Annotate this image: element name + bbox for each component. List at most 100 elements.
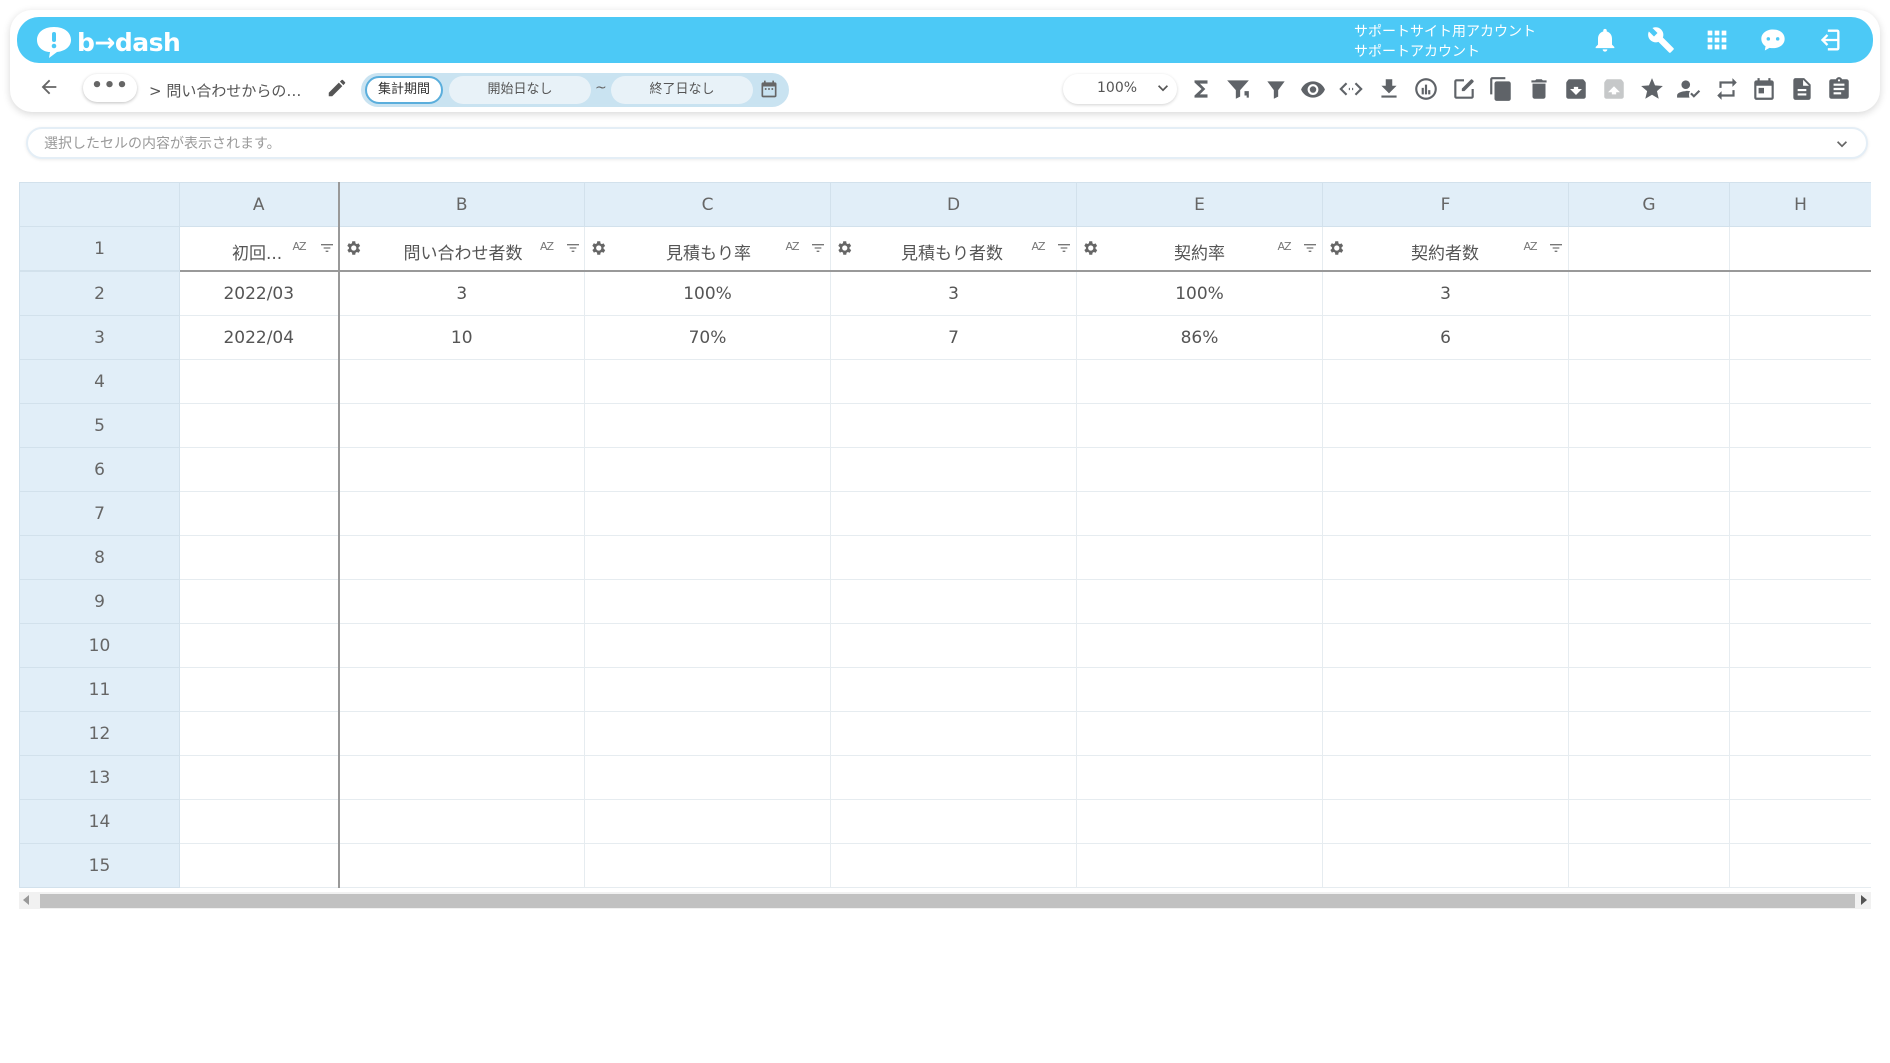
table-cell[interactable] (179, 755, 340, 800)
calendar-icon[interactable] (1751, 76, 1777, 102)
table-cell[interactable] (1568, 799, 1730, 844)
table-cell[interactable] (1729, 359, 1871, 404)
table-cell[interactable] (338, 711, 585, 756)
table-cell[interactable]: 10 (338, 315, 585, 360)
gear-icon[interactable] (344, 239, 362, 257)
sort-az-icon[interactable]: AZ (1521, 240, 1539, 256)
apps-grid-icon[interactable] (1703, 26, 1731, 54)
calendar-icon[interactable] (759, 79, 781, 101)
table-cell[interactable] (1729, 315, 1871, 360)
table-cell[interactable] (1729, 579, 1871, 624)
column-header-d[interactable]: D (830, 182, 1077, 227)
table-cell[interactable] (338, 579, 585, 624)
row-header[interactable]: 9 (19, 579, 180, 624)
field-header-cell[interactable]: 問い合わせ者数 AZ (338, 226, 585, 272)
table-cell[interactable] (338, 535, 585, 580)
logout-icon[interactable] (1815, 26, 1843, 54)
clipboard-icon[interactable] (1826, 76, 1852, 102)
table-cell[interactable] (338, 755, 585, 800)
more-button[interactable]: ••• (83, 74, 137, 102)
table-cell[interactable] (1322, 711, 1569, 756)
table-cell[interactable] (1076, 623, 1323, 668)
filter-lines-icon[interactable] (1302, 240, 1318, 256)
table-cell[interactable] (1729, 226, 1871, 272)
filter-lines-icon[interactable] (1056, 240, 1072, 256)
table-cell[interactable] (1322, 403, 1569, 448)
end-date-field[interactable]: 終了日なし (611, 76, 753, 104)
row-header[interactable]: 8 (19, 535, 180, 580)
table-cell[interactable] (830, 711, 1077, 756)
table-cell[interactable] (179, 359, 340, 404)
table-cell[interactable]: 70% (584, 315, 831, 360)
scroll-left-arrow-icon[interactable] (23, 895, 29, 905)
filter-lines-icon[interactable] (319, 240, 335, 256)
horizontal-scrollbar[interactable] (19, 892, 1871, 909)
scroll-right-arrow-icon[interactable] (1861, 895, 1867, 905)
table-cell[interactable]: 3 (830, 270, 1077, 316)
formula-bar[interactable] (26, 127, 1868, 159)
filter-icon[interactable] (1263, 76, 1289, 102)
unarchive-icon[interactable] (1601, 76, 1627, 102)
table-cell[interactable] (1729, 799, 1871, 844)
field-header-cell[interactable]: 契約率 AZ (1076, 226, 1323, 272)
table-cell[interactable] (584, 579, 831, 624)
table-cell[interactable] (338, 799, 585, 844)
table-cell[interactable]: 100% (584, 270, 831, 316)
filter-settings-icon[interactable] (1225, 76, 1251, 102)
table-cell[interactable]: 3 (1322, 270, 1569, 316)
sort-az-icon[interactable]: AZ (783, 240, 801, 256)
gear-icon[interactable] (835, 239, 853, 257)
row-header[interactable]: 1 (19, 226, 180, 272)
table-cell[interactable] (1322, 843, 1569, 888)
table-cell[interactable] (1568, 535, 1730, 580)
table-cell[interactable] (830, 359, 1077, 404)
chevron-down-icon[interactable] (1832, 134, 1852, 154)
table-cell[interactable] (1076, 403, 1323, 448)
table-cell[interactable] (1322, 579, 1569, 624)
start-date-field[interactable]: 開始日なし (449, 76, 591, 104)
chart-icon[interactable] (1413, 76, 1439, 102)
row-header[interactable]: 15 (19, 843, 180, 888)
table-cell[interactable] (830, 447, 1077, 492)
table-cell[interactable] (1568, 270, 1730, 316)
download-icon[interactable] (1376, 76, 1402, 102)
table-cell[interactable] (584, 359, 831, 404)
table-cell[interactable] (1076, 799, 1323, 844)
table-cell[interactable] (1729, 843, 1871, 888)
row-header[interactable]: 11 (19, 667, 180, 712)
table-cell[interactable] (1568, 447, 1730, 492)
copy-icon[interactable] (1488, 76, 1514, 102)
filter-lines-icon[interactable] (810, 240, 826, 256)
table-cell[interactable] (338, 403, 585, 448)
chat-bot-icon[interactable] (1759, 26, 1787, 54)
sort-az-icon[interactable]: AZ (1029, 240, 1047, 256)
table-cell[interactable]: 3 (338, 270, 585, 316)
table-cell[interactable] (1076, 711, 1323, 756)
table-cell[interactable] (1568, 403, 1730, 448)
table-cell[interactable] (830, 667, 1077, 712)
table-cell[interactable] (1568, 226, 1730, 272)
table-cell[interactable] (1729, 535, 1871, 580)
table-cell[interactable] (1568, 491, 1730, 536)
table-cell[interactable] (584, 843, 831, 888)
table-cell[interactable] (584, 667, 831, 712)
table-cell[interactable] (179, 447, 340, 492)
table-cell[interactable] (179, 623, 340, 668)
table-cell[interactable] (584, 755, 831, 800)
cell-content-input[interactable] (42, 133, 1806, 155)
table-cell[interactable] (1729, 491, 1871, 536)
table-cell[interactable] (1076, 843, 1323, 888)
sort-az-icon[interactable]: AZ (290, 240, 308, 256)
delete-icon[interactable] (1526, 76, 1552, 102)
table-cell[interactable]: 86% (1076, 315, 1323, 360)
repeat-icon[interactable] (1714, 76, 1740, 102)
table-cell[interactable] (1076, 667, 1323, 712)
zoom-select[interactable]: 100% (1063, 74, 1177, 104)
row-header[interactable]: 7 (19, 491, 180, 536)
table-cell[interactable] (1729, 755, 1871, 800)
column-header-h[interactable]: H (1729, 182, 1871, 227)
table-cell[interactable] (179, 667, 340, 712)
table-cell[interactable] (1076, 755, 1323, 800)
table-cell[interactable] (338, 667, 585, 712)
table-cell[interactable] (1076, 579, 1323, 624)
